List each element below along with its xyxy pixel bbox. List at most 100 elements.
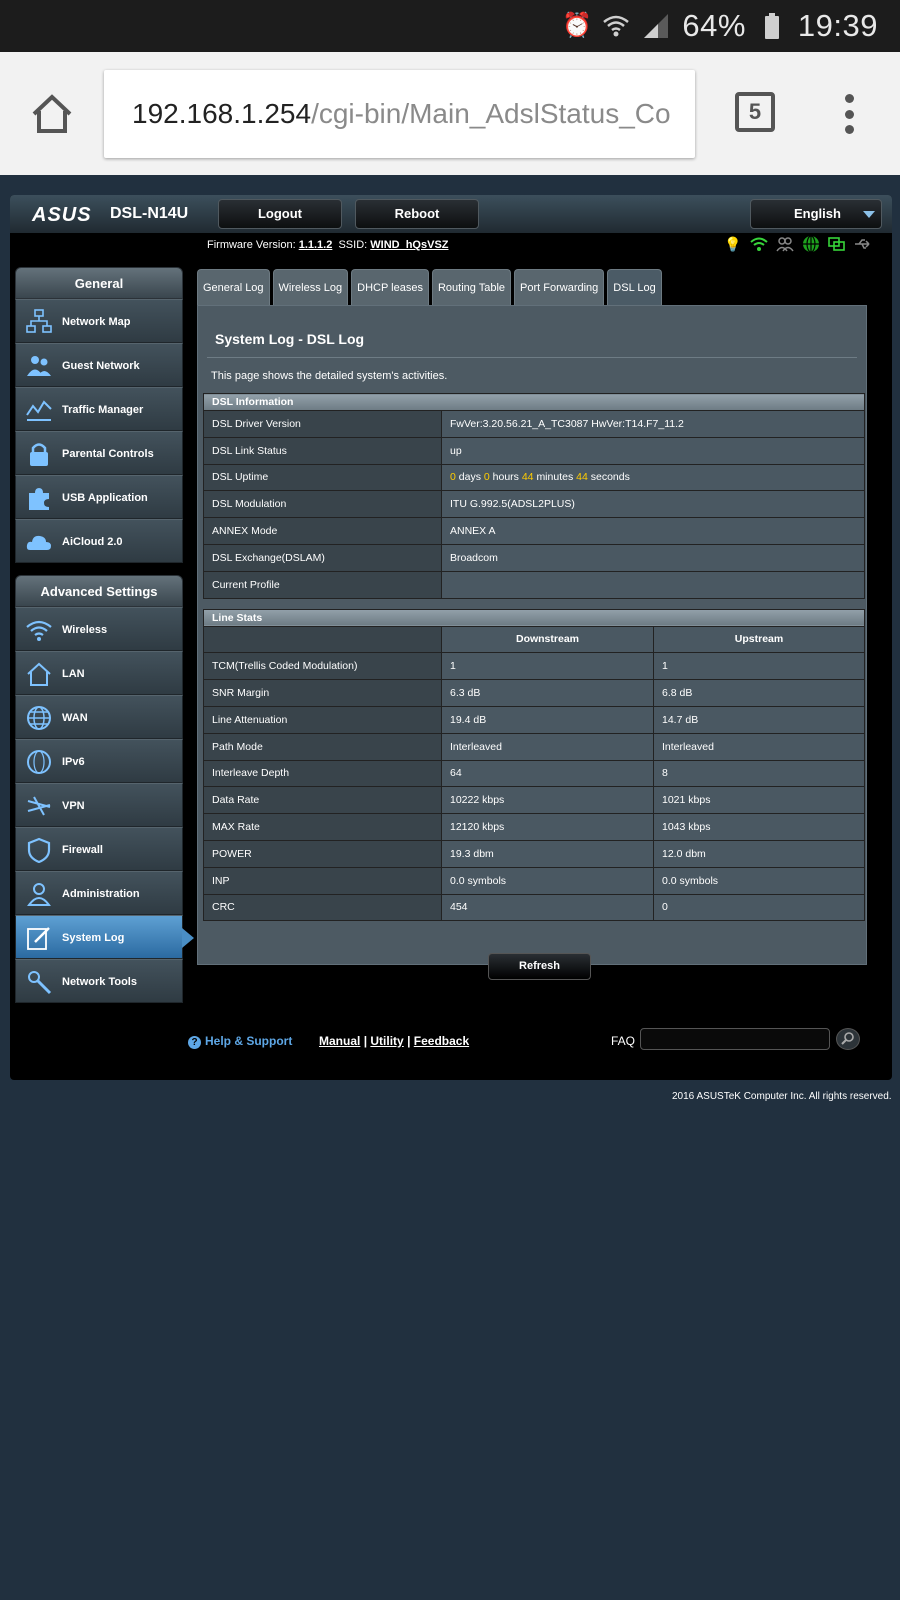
sidebar-item-traffic-manager[interactable]: Traffic Manager [15, 387, 183, 431]
sidebar-item-firewall[interactable]: Firewall [15, 827, 183, 871]
tab-port-forwarding[interactable]: Port Forwarding [514, 269, 605, 305]
sidebar-item-guest-network[interactable]: Guest Network [15, 343, 183, 387]
table-row: Line Attenuation 19.4 dB 14.7 dB [203, 705, 865, 734]
traffic-manager-icon [26, 397, 52, 423]
sidebar-item-label: VPN [62, 800, 85, 812]
tab-general-log[interactable]: General Log [197, 269, 270, 305]
refresh-button[interactable]: Refresh [488, 953, 591, 980]
tab-dsl-log[interactable]: DSL Log [607, 269, 662, 305]
table-row: Current Profile [203, 570, 865, 599]
tab-switcher-button[interactable]: 5 [735, 92, 775, 132]
table-row: ANNEX Mode ANNEX A [203, 517, 865, 545]
firmware-version-link[interactable]: 1.1.1.2 [299, 239, 333, 251]
wifi-icon [26, 617, 52, 643]
ipv6-globe-icon [26, 749, 52, 775]
section-heading: DSL Information [203, 393, 865, 411]
main-content: General Log Wireless Log DHCP leases Rou… [197, 269, 867, 980]
sidebar-item-label: Network Tools [62, 976, 137, 988]
dsl-status-icon[interactable]: 💡 [724, 235, 742, 253]
home-icon[interactable] [30, 92, 74, 136]
sidebar-item-label: Traffic Manager [62, 404, 144, 416]
sidebar-item-label: WAN [62, 712, 88, 724]
sidebar-item-wireless[interactable]: Wireless [15, 607, 183, 651]
sidebar-item-vpn[interactable]: VPN [15, 783, 183, 827]
feedback-link[interactable]: Feedback [414, 1034, 469, 1048]
table-row: Data Rate 10222 kbps 1021 kbps [203, 786, 865, 815]
usb-status-icon[interactable] [854, 235, 872, 253]
sidebar-item-lan[interactable]: LAN [15, 651, 183, 695]
battery-icon [758, 12, 786, 40]
url-path: /cgi-bin/Main_AdslStatus_Co [311, 98, 671, 129]
battery-percent: 64% [682, 8, 746, 43]
sidebar-item-network-tools[interactable]: Network Tools [15, 959, 183, 1003]
active-indicator [182, 928, 194, 948]
table-row: Interleave Depth 64 8 [203, 759, 865, 788]
sidebar-item-system-log[interactable]: System Log [15, 915, 194, 959]
sidebar-item-label: IPv6 [62, 756, 85, 768]
overflow-menu-icon[interactable] [843, 94, 855, 134]
uptime-value: 0 days 0 hours 44 minutes 44 seconds [441, 463, 865, 492]
table-row: SNR Margin 6.3 dB 6.8 dB [203, 679, 865, 707]
cloud-icon [26, 529, 52, 555]
help-icon: ? [188, 1036, 201, 1049]
vpn-icon [26, 793, 52, 819]
sidebar-item-usb-application[interactable]: USB Application [15, 475, 183, 519]
sidebar-item-network-map[interactable]: Network Map [15, 299, 183, 343]
language-select[interactable]: English [750, 199, 882, 229]
faq-label: FAQ [611, 1034, 636, 1048]
table-row: DSL Uptime 0 days 0 hours 44 minutes 44 … [203, 463, 865, 492]
sidebar-item-label: AiCloud 2.0 [62, 536, 123, 548]
sidebar-item-wan[interactable]: WAN [15, 695, 183, 739]
utility-link[interactable]: Utility [370, 1034, 403, 1048]
sidebar-item-aicloud[interactable]: AiCloud 2.0 [15, 519, 183, 563]
router-header: ASUS DSL-N14U Logout Reboot English [10, 195, 892, 233]
help-support-link[interactable]: ? Help & Support [188, 1034, 292, 1049]
table-row: DSL Modulation ITU G.992.5(ADSL2PLUS) [203, 490, 865, 519]
router-admin-frame: ASUS DSL-N14U Logout Reboot English Firm… [10, 195, 892, 1080]
sidebar-item-label: Guest Network [62, 360, 140, 372]
status-icons: 💡 [724, 235, 872, 253]
ssid-link[interactable]: WIND_hQsVSZ [370, 239, 448, 251]
url-field[interactable]: 192.168.1.254/cgi-bin/Main_AdslStatus_Co [104, 70, 695, 158]
table-row: DSL Exchange(DSLAM) Broadcom [203, 543, 865, 572]
clients-icon[interactable] [776, 235, 794, 253]
puzzle-icon [26, 485, 52, 511]
table-row: DSL Link Status up [203, 436, 865, 465]
dsl-log-panel: System Log - DSL Log This page shows the… [197, 305, 867, 980]
table-row: Path Mode Interleaved Interleaved [203, 732, 865, 761]
sidebar-item-ipv6[interactable]: IPv6 [15, 739, 183, 783]
table-row: INP 0.0 symbols 0.0 symbols [203, 866, 865, 895]
status-bar: ⏰ 64% 19:39 [0, 0, 900, 52]
advanced-settings-heading: Advanced Settings [15, 575, 183, 607]
sidebar-item-label: Administration [62, 888, 140, 900]
sidebar-item-label: Firewall [62, 844, 103, 856]
wrench-icon [26, 969, 52, 995]
signal-icon [642, 12, 670, 40]
general-heading: General [15, 267, 183, 299]
sidebar-item-label: LAN [62, 668, 85, 680]
url-host: 192.168.1.254 [132, 98, 312, 129]
asus-logo: ASUS [32, 204, 92, 226]
language-value: English [794, 206, 841, 221]
globe-icon [26, 705, 52, 731]
sidebar-item-label: USB Application [62, 492, 148, 504]
tab-dhcp-leases[interactable]: DHCP leases [351, 269, 429, 305]
sidebar-item-parental-controls[interactable]: Parental Controls [15, 431, 183, 475]
chevron-down-icon [863, 211, 875, 218]
clock: 19:39 [797, 8, 878, 43]
tab-routing-table[interactable]: Routing Table [431, 269, 512, 305]
faq-search-input[interactable] [640, 1028, 830, 1050]
reboot-button[interactable]: Reboot [355, 199, 479, 229]
lan-status-icon[interactable] [828, 235, 846, 253]
sidebar-item-label: Network Map [62, 316, 131, 328]
manual-link[interactable]: Manual [319, 1034, 360, 1048]
tab-wireless-log[interactable]: Wireless Log [272, 269, 349, 305]
wifi-status-icon[interactable] [750, 235, 768, 253]
sidebar-item-administration[interactable]: Administration [15, 871, 183, 915]
search-icon[interactable] [836, 1028, 860, 1050]
sidebar-item-label: System Log [62, 932, 125, 944]
logout-button[interactable]: Logout [218, 199, 342, 229]
table-row: TCM(Trellis Coded Modulation) 1 1 [203, 652, 865, 681]
sidebar-item-label: Parental Controls [62, 448, 154, 460]
internet-status-icon[interactable] [802, 235, 820, 253]
